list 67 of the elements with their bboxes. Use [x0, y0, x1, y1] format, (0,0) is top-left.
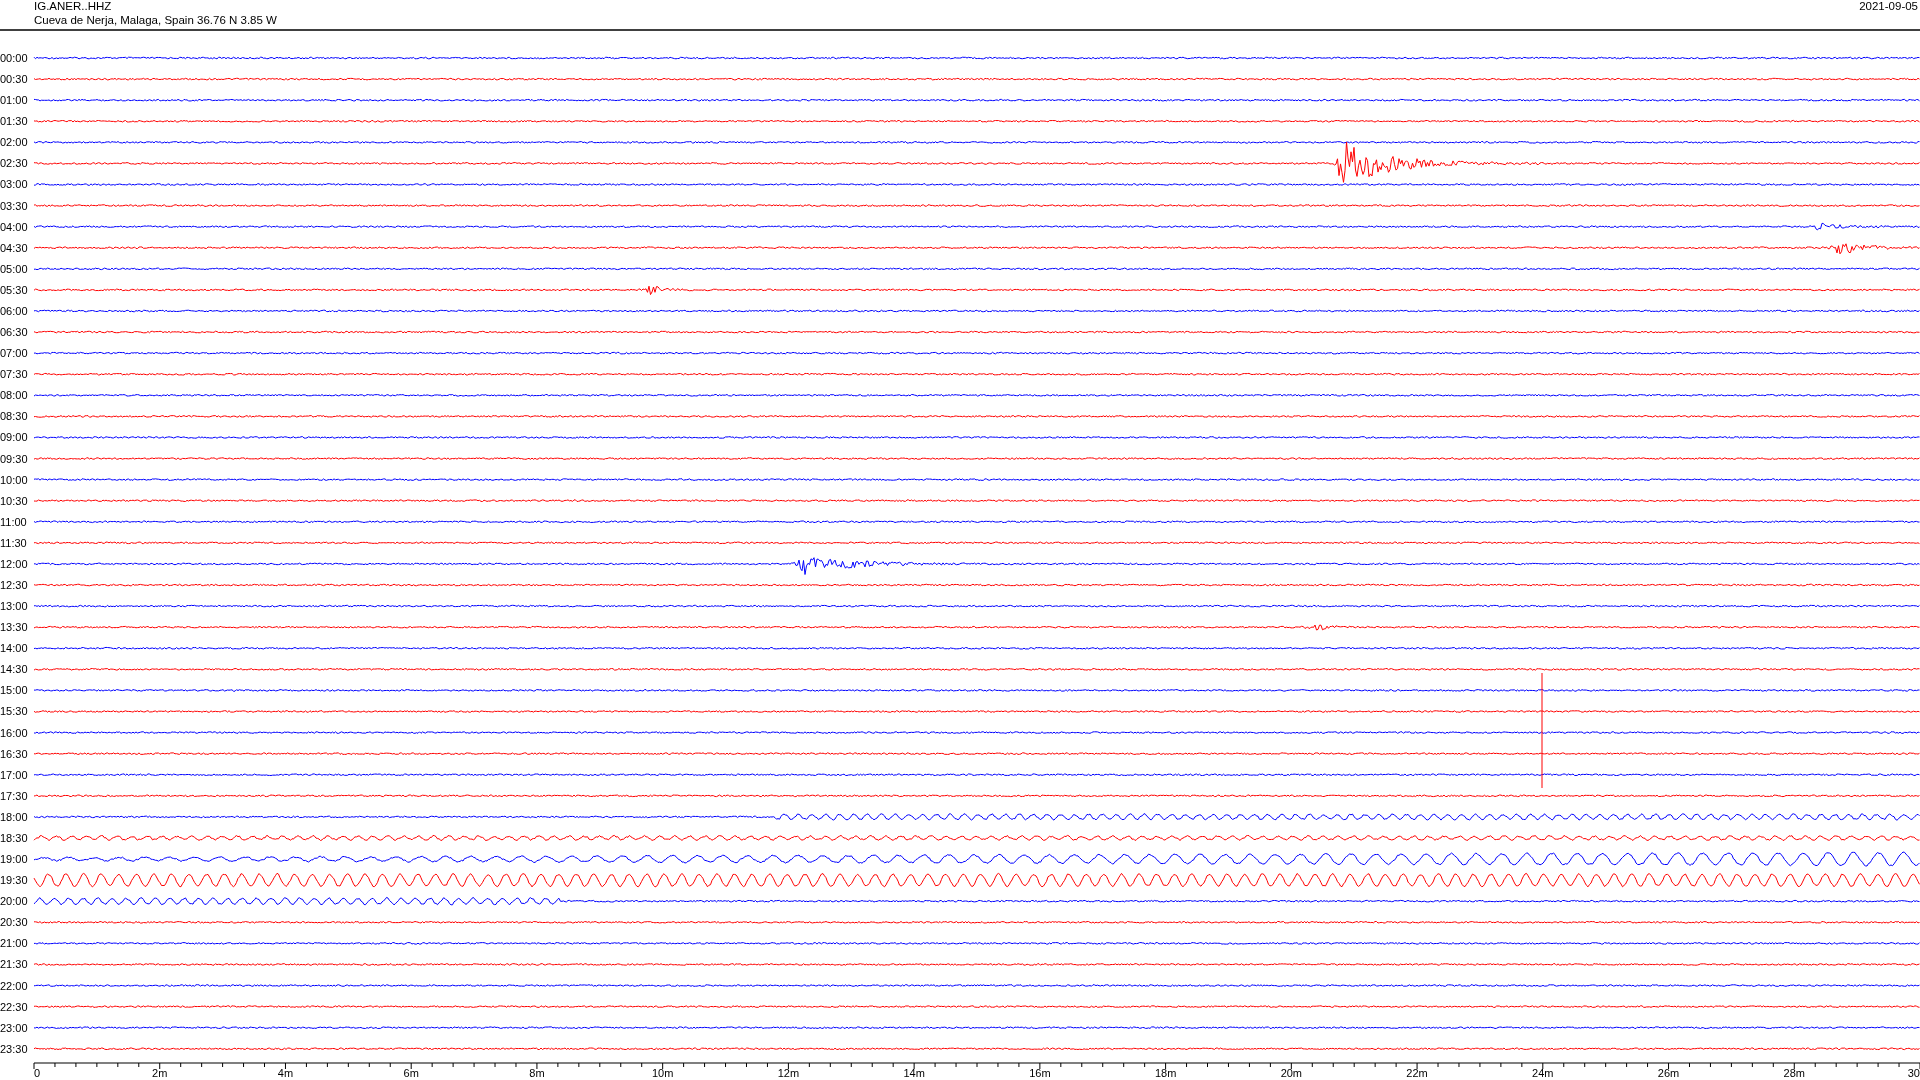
hour-label: 00:30	[0, 73, 28, 86]
hour-label: 23:30	[0, 1042, 28, 1055]
hour-label: 09:30	[0, 452, 28, 465]
hour-label: 02:00	[0, 136, 28, 149]
hour-label: 11:00	[0, 515, 27, 528]
axis-tick-label: 18m	[1154, 1067, 1177, 1079]
hour-label: 08:00	[0, 389, 28, 402]
axis-tick-label: 24m	[1532, 1067, 1554, 1079]
axis-tick-label: 28m	[1783, 1067, 1805, 1079]
hour-label: 12:30	[0, 579, 28, 591]
station-code: IG.ANER..HHZ	[34, 0, 112, 12]
axis-tick-label: 30	[1907, 1067, 1920, 1079]
hour-label: 21:30	[0, 958, 28, 971]
hour-label: 07:00	[0, 347, 28, 360]
hour-label: 13:00	[0, 600, 28, 613]
hour-label: 06:00	[0, 304, 28, 317]
hour-label: 06:30	[0, 326, 28, 339]
axis-tick-label: 2m	[152, 1067, 168, 1079]
hour-label: 11:30	[0, 536, 27, 549]
hour-label: 20:00	[0, 895, 28, 908]
hour-label: 16:30	[0, 747, 28, 760]
hour-label: 17:30	[0, 789, 28, 802]
hour-label: 22:00	[0, 979, 28, 992]
date-label: 2021-09-05	[1859, 0, 1918, 12]
hour-label: 14:00	[0, 642, 28, 655]
hour-label: 09:00	[0, 431, 28, 444]
hour-label: 07:30	[0, 368, 28, 381]
axis-tick-label: 8m	[529, 1067, 545, 1079]
hour-label: 23:00	[0, 1021, 28, 1034]
hour-label: 05:30	[0, 283, 28, 296]
hour-label: 20:30	[0, 916, 28, 929]
hour-label: 02:30	[0, 157, 28, 170]
axis-tick-label: 4m	[277, 1067, 294, 1079]
station-location: Cueva de Nerja, Malaga, Spain 36.76 N 3.85 W	[34, 14, 277, 26]
axis-tick-label: 14m	[903, 1067, 925, 1079]
hour-label: 13:30	[0, 621, 28, 634]
hour-label: 10:00	[0, 473, 28, 486]
hour-label: 18:30	[0, 831, 28, 844]
hour-label: 12:00	[0, 557, 28, 570]
hour-label: 18:00	[0, 810, 28, 823]
axis-tick-label: 26m	[1657, 1067, 1680, 1079]
hour-label: 08:30	[0, 410, 28, 423]
axis-tick-label: 6m	[403, 1067, 419, 1079]
hour-label: 10:30	[0, 494, 28, 507]
hour-label: 15:30	[0, 705, 28, 718]
hour-label: 21:00	[0, 937, 28, 950]
hour-label: 22:30	[0, 1000, 28, 1013]
axis-tick-label: 0	[34, 1067, 41, 1079]
axis-tick-label: 20m	[1280, 1067, 1303, 1079]
axis-tick-label: 16m	[1029, 1067, 1051, 1079]
hour-label: 00:00	[0, 52, 28, 64]
hour-label: 01:00	[0, 94, 28, 107]
hour-label: 04:00	[0, 220, 28, 233]
hour-label: 16:00	[0, 726, 28, 739]
hour-label: 03:30	[0, 199, 28, 212]
hour-label: 19:30	[0, 874, 28, 887]
hour-label: 05:00	[0, 262, 28, 275]
hour-label: 01:30	[0, 115, 28, 128]
hour-label: 19:00	[0, 853, 28, 866]
hour-label: 15:00	[0, 684, 28, 697]
axis-tick-label: 22m	[1406, 1067, 1428, 1079]
axis-tick-label: 12m	[777, 1067, 800, 1079]
axis-tick-label: 10m	[651, 1067, 674, 1079]
hour-label: 03:00	[0, 178, 28, 191]
hour-label: 14:30	[0, 663, 28, 676]
hour-label: 04:30	[0, 241, 28, 254]
hour-label: 17:00	[0, 768, 28, 781]
